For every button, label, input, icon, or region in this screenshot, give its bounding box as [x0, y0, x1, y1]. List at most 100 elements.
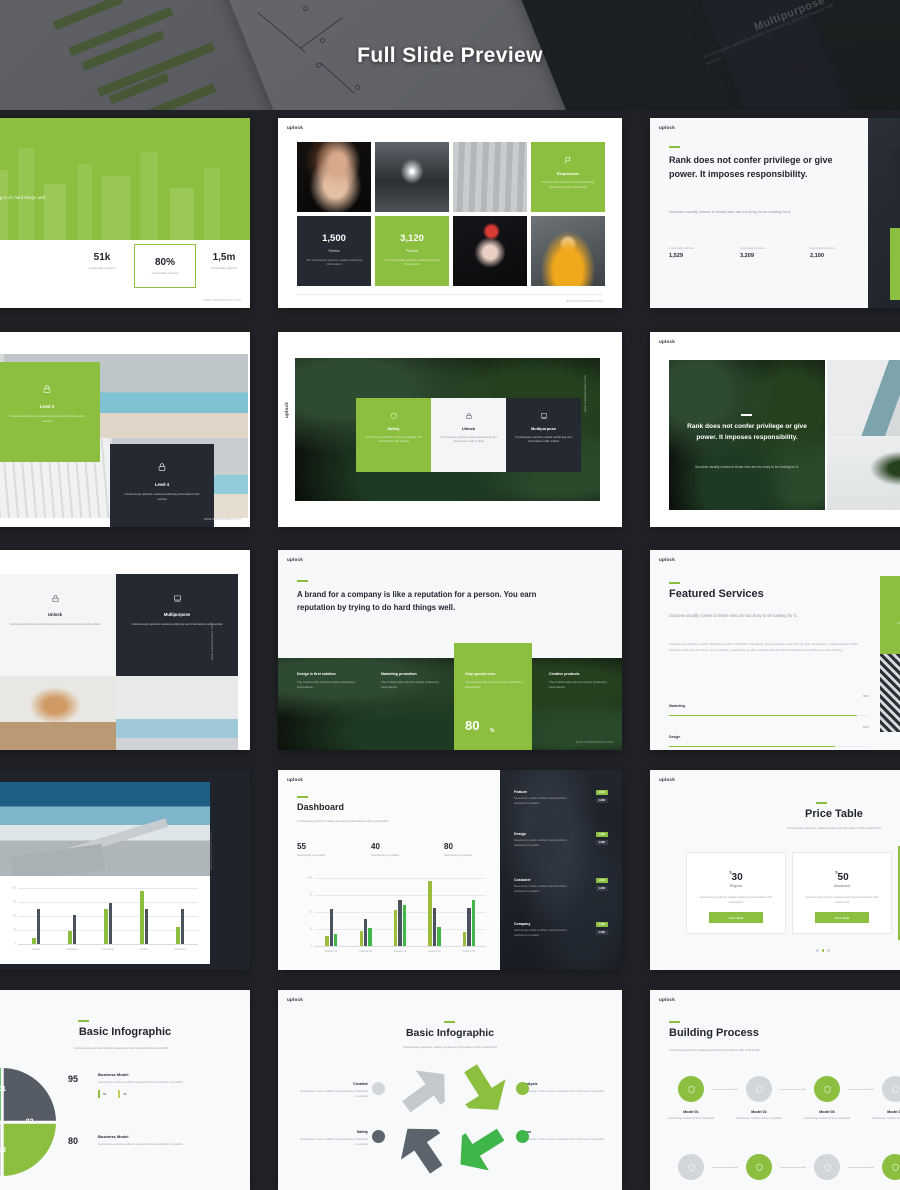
level-card-4: Level 4 Continuously optimize market pos… — [110, 444, 214, 527]
dashboard-sub: Continuously optimize market positioning… — [297, 819, 388, 823]
card-title: Safety — [387, 426, 400, 431]
slide-levels[interactable]: Level 3 Continuously optimize market pos… — [0, 332, 250, 527]
shield-icon — [356, 412, 431, 420]
plan-text: Continuously optimize market positioning… — [699, 895, 773, 905]
panel-tag-secondary: 1,200 — [595, 886, 608, 891]
item-text: Seamlessly enable enabled materials befo… — [98, 1080, 183, 1084]
panel-row-text: Seamlessly enable enabled materials befo… — [514, 929, 567, 937]
item-title: Business Model — [98, 1134, 129, 1139]
card-unlock: Unlock Continuously optimize market posi… — [431, 398, 506, 472]
panel-row-title: Design — [514, 832, 526, 836]
panel-row-text: Seamlessly enable enabled materials befo… — [514, 797, 567, 805]
plan-card-regular[interactable]: $30 Regular Continuously optimize market… — [686, 852, 786, 934]
slide-side-url: www.websitename.com — [582, 374, 587, 412]
panel-row-costumer: Costumer Seamlessly enable enabled mater… — [514, 878, 608, 894]
lock-icon — [110, 462, 214, 472]
pie-right-item-0: Business Model Seamlessly enable enabled… — [98, 1072, 204, 1099]
slide-price-table[interactable]: uplock Price Table Continuously optimize… — [650, 770, 900, 970]
level-card-title: Level 3 — [39, 404, 55, 409]
pager-dot[interactable] — [816, 949, 819, 952]
stat-value: 40 — [371, 842, 380, 851]
step-icon-4 — [882, 1076, 900, 1102]
panel-tag-secondary: 1,200 — [595, 930, 608, 935]
progress-label: Design — [669, 735, 681, 740]
panel-row-title: Costumer — [514, 878, 531, 882]
pager-dot[interactable] — [827, 949, 830, 952]
progress-percent: 94% — [862, 694, 869, 698]
plan-card-advanced[interactable]: $50 Advanced Continuously optimize marke… — [792, 852, 892, 934]
cycle-item-keys: Keys Seamlessly enable enabled materials… — [522, 1130, 606, 1142]
slide-airplane-chart[interactable]: Success usually comes to those who are t… — [0, 770, 250, 970]
pie-right-value-0: 95 — [68, 1074, 79, 1084]
logo: uplock — [659, 777, 676, 782]
cycle-diagram — [398, 1064, 508, 1174]
stat-value: 80% — [154, 257, 175, 268]
quote-sub: Success usually comes to those who are t… — [695, 465, 799, 469]
slide-gallery[interactable]: uplock Responsive Continuously optimize … — [278, 118, 622, 308]
slide-infographic-pie[interactable]: Basic Infographic Continuously optimize … — [0, 990, 250, 1190]
plan-cta-button[interactable]: Join Now — [709, 912, 763, 923]
slide-three-cards[interactable]: uplock Safety Continuously optimize mark… — [278, 332, 622, 527]
column-big-suffix: % — [490, 728, 495, 734]
slide-featured-services[interactable]: uplock Featured Services Success usually… — [650, 550, 900, 750]
pagination-dots[interactable] — [816, 949, 830, 952]
step-icon-7 — [814, 1154, 840, 1180]
stat-label: Continually optimize — [151, 271, 179, 275]
slide-side-url: www.websitename.com — [208, 832, 213, 870]
card-multipurpose: Multipurpose Continuously optimize marke… — [506, 398, 581, 472]
step-label-1: Model 01 Seamlessly enabled before compa… — [662, 1110, 720, 1122]
column-title: Only special ones — [465, 672, 496, 676]
process-sub: Continuously optimize market positioning… — [669, 1048, 760, 1052]
slide-building-process[interactable]: uplock Building Process Continuously opt… — [650, 990, 900, 1190]
item-title: Creative — [353, 1082, 368, 1086]
item-text: Seamlessly enable enabled materials befo… — [300, 1137, 368, 1147]
slide-quote-stats[interactable]: uplock Rank does not confer privilege or… — [650, 118, 900, 308]
slide-brand-quote[interactable]: uplock A brand for a company is like a r… — [278, 550, 622, 750]
destination-title: Destination — [880, 612, 900, 617]
stat-item-1-highlight: 80% Continually optimize — [134, 244, 196, 288]
destination-text: Continuously optimize market positioning… — [896, 621, 900, 625]
stat-label: Continually optimize — [810, 246, 836, 250]
slide-footer-url: www.websitename.com — [203, 517, 241, 521]
slide-dashboard[interactable]: uplock Dashboard Continuously optimize m… — [278, 770, 622, 970]
plan-name: Advanced — [834, 884, 850, 888]
plan-cta-button[interactable]: Join Now — [815, 912, 869, 923]
slide-hero-stats[interactable]: on a reputation for a person. You earn r… — [0, 118, 250, 308]
photo-girl-bed — [0, 676, 116, 750]
stat-item-0: 51k Continually optimize — [74, 252, 130, 270]
quote-photo-plant — [827, 436, 900, 510]
pie-label-01: 01 — [0, 1086, 6, 1094]
step-icon-6 — [746, 1154, 772, 1180]
side-card-cloud: Cloud Continuously optimize market posit… — [890, 148, 900, 220]
step-icon-8 — [882, 1154, 900, 1180]
slide-cards-photos[interactable]: Safety Continuously optimize market posi… — [0, 550, 250, 750]
quote-photo-building — [827, 360, 900, 436]
page-title: Full Slide Preview — [357, 44, 543, 67]
progress-row-marketing: Marketing 94% — [669, 694, 869, 717]
step-label-3: Model 03 Seamlessly enabled before compa… — [798, 1110, 856, 1122]
lock-icon — [0, 384, 100, 394]
dashboard-stat-2: 80 Seamlessly to enabled — [444, 842, 472, 857]
slide-infographic-cycle[interactable]: uplock Basic Infographic Continuously op… — [278, 990, 622, 1190]
slide-quote-photo[interactable]: uplock Rank does not confer privilege or… — [650, 332, 900, 527]
infographic-title: Basic Infographic — [78, 1026, 172, 1038]
hero-lead-fragment: a reputation for a person. You earn repu… — [0, 195, 47, 200]
pager-dot-active[interactable] — [821, 949, 825, 952]
plan-price: 50 — [837, 872, 849, 883]
plan-name: Regular — [729, 884, 743, 888]
step-title: Model 01 — [683, 1110, 699, 1114]
progress-label: Marketing — [669, 704, 686, 708]
item-text: Seamlessly enable enabled materials befo… — [300, 1089, 368, 1099]
stat-label: Seamlessly to enabled — [444, 853, 473, 857]
step-label-2: Model 02 Seamlessly enabled before compa… — [730, 1110, 788, 1122]
hero-banner: Multipurpose Continuously optimize marke… — [0, 0, 900, 110]
box-icon — [880, 594, 900, 603]
slide-footer-url: www.websitename.com — [565, 299, 603, 303]
stat-label: Seamlessly to enabled — [371, 853, 400, 857]
cycle-item-safety: Safety Seamlessly enable enabled materia… — [294, 1130, 368, 1147]
stat-label: Review — [328, 249, 340, 253]
stat-label: Seamlessly to enabled — [297, 853, 326, 857]
stat-value: 80 — [444, 842, 453, 851]
x-tick-label: Feature 01 — [324, 950, 338, 953]
logo: uplock — [287, 777, 304, 782]
